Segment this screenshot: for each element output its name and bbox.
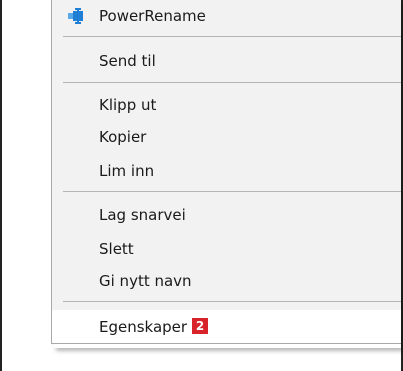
context-menu: PowerRename Send til Klipp ut Kopier Lim… [51,0,401,344]
menu-item-label: PowerRename [99,7,206,25]
menu-item-create-shortcut[interactable]: Lag snarvei [52,199,401,231]
menu-item-paste[interactable]: Lim inn [52,155,401,187]
window-border-left [0,0,2,371]
menu-item-rename[interactable]: Gi nytt navn [52,265,401,297]
menu-item-cut[interactable]: Klipp ut [52,89,401,121]
menu-item-powerrename[interactable]: PowerRename [52,0,401,32]
menu-item-label: Send til [99,52,156,70]
menu-item-properties[interactable]: Egenskaper 2 [52,310,401,343]
menu-item-label: Kopier [99,128,147,146]
menu-item-send-to[interactable]: Send til [52,45,401,77]
menu-item-label: Egenskaper 2 [99,317,209,336]
menu-separator [63,191,401,192]
menu-item-label-text: Egenskaper [99,317,188,336]
menu-separator [63,36,401,37]
menu-item-label: Lim inn [99,162,155,180]
annotation-badge: 2 [192,318,209,334]
menu-separator [63,301,401,302]
menu-item-label: Lag snarvei [99,206,186,224]
powerrename-icon [68,8,84,24]
menu-separator [63,82,401,83]
menu-item-label: Klipp ut [99,96,157,114]
menu-item-label: Gi nytt navn [99,272,192,290]
menu-item-delete[interactable]: Slett [52,233,401,265]
menu-item-label: Slett [99,240,134,258]
menu-item-copy[interactable]: Kopier [52,121,401,153]
